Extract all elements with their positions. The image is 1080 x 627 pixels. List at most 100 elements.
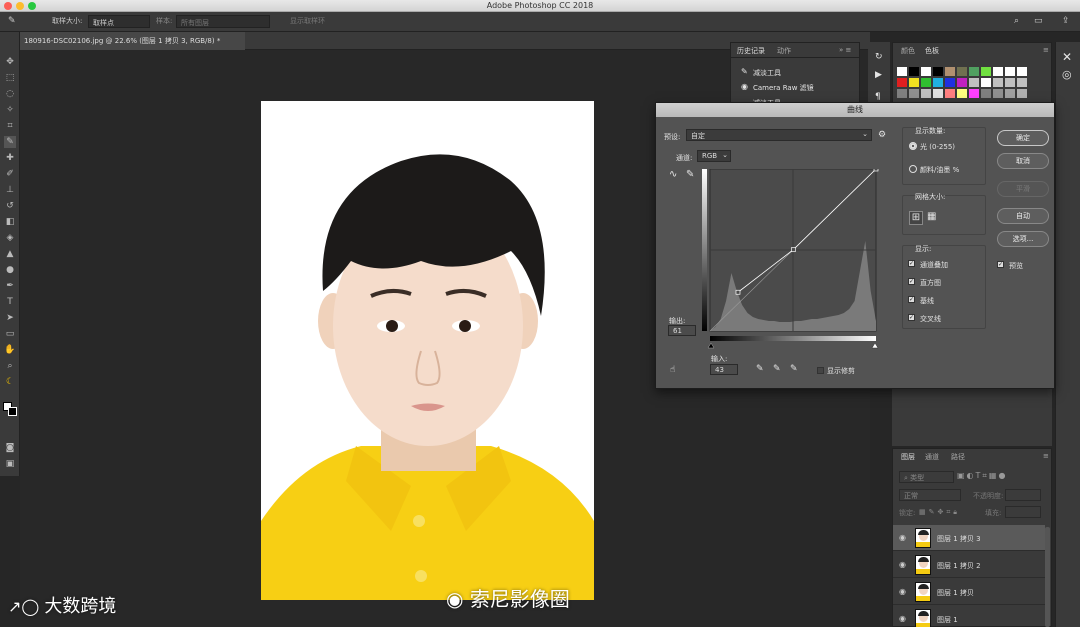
lock-icons[interactable]: ▦✎✥⌗🔒︎ <box>919 508 960 517</box>
visibility-eye-icon[interactable]: ◉ <box>899 587 906 596</box>
search-icon[interactable]: ⌕ <box>1014 16 1019 26</box>
color-swatch[interactable] <box>945 89 955 98</box>
preview-checkbox[interactable]: ✓ <box>997 261 1004 268</box>
rectangle-tool-icon[interactable]: ▭ <box>4 328 16 340</box>
histogram-checkbox[interactable]: ✓ <box>908 278 915 285</box>
document-tab[interactable]: 180916-DSC02106.jpg @ 22.6% (图层 1 拷贝 3, … <box>20 32 245 50</box>
curve-edit-icon[interactable]: ∿ <box>669 169 677 180</box>
marquee-tool-icon[interactable]: ⬚ <box>4 72 16 84</box>
color-swatch[interactable] <box>1017 78 1027 87</box>
color-swatch[interactable] <box>921 89 931 98</box>
color-swatch[interactable] <box>897 67 907 76</box>
layer-row[interactable]: ◉ 图层 1 <box>893 606 1045 627</box>
hand-tool-icon[interactable]: ✋ <box>4 344 16 356</box>
panel-menu-icon[interactable]: ≡ <box>1043 46 1049 54</box>
stamp-tool-icon[interactable]: ⊥ <box>4 184 16 196</box>
pigment-radio[interactable] <box>909 165 917 173</box>
fill-input[interactable] <box>1005 506 1041 518</box>
color-swatch[interactable] <box>1005 78 1015 87</box>
color-swatch[interactable] <box>981 78 991 87</box>
layer-row[interactable]: ◉ 图层 1 拷贝 2 <box>893 552 1045 578</box>
banana-icon[interactable]: ☾ <box>4 376 16 388</box>
eyedropper-tool-icon[interactable]: ✎ <box>4 136 16 148</box>
layer-row[interactable]: ◉ 图层 1 拷贝 3 <box>893 525 1045 551</box>
healing-tool-icon[interactable]: ✚ <box>4 152 16 164</box>
color-swatch[interactable] <box>1017 89 1027 98</box>
workspace-icon[interactable]: ▭ <box>1034 16 1043 26</box>
color-swatch[interactable] <box>945 67 955 76</box>
black-point-slider[interactable] <box>707 342 715 349</box>
color-swatch[interactable] <box>993 89 1003 98</box>
pencil-draw-icon[interactable]: ✎ <box>686 169 694 180</box>
tab-layers[interactable]: 图层 <box>901 452 915 462</box>
color-swatch[interactable] <box>897 78 907 87</box>
color-swatch[interactable] <box>921 67 931 76</box>
history-brush-icon[interactable]: ↺ <box>4 200 16 212</box>
opacity-input[interactable] <box>1005 489 1041 501</box>
history-item[interactable]: 减淡工具 <box>753 68 781 78</box>
color-swatch[interactable] <box>945 78 955 87</box>
channel-select[interactable]: RGB ⌄ <box>697 150 731 162</box>
curve-point[interactable] <box>735 289 741 295</box>
simple-grid-icon[interactable]: ⊞ <box>909 211 923 225</box>
black-eyedropper-icon[interactable]: ✎ <box>756 364 764 374</box>
curve-graph[interactable] <box>702 169 880 349</box>
preset-select[interactable]: 自定 ⌄ <box>686 129 872 141</box>
dodge-tool-icon[interactable]: ● <box>4 264 16 276</box>
crop-tool-icon[interactable]: ⌗ <box>4 120 16 132</box>
history-panel-icon[interactable]: ↻ <box>875 52 883 62</box>
target-adjust-hand-icon[interactable]: ☝ <box>670 365 675 375</box>
channel-overlay-checkbox[interactable]: ✓ <box>908 260 915 267</box>
3d-icon[interactable]: ◎ <box>1062 68 1072 81</box>
color-swatch[interactable] <box>981 89 991 98</box>
cancel-button[interactable]: 取消 <box>997 153 1049 169</box>
tab-swatches[interactable]: 色板 <box>925 46 939 56</box>
quick-select-icon[interactable]: ✧ <box>4 104 16 116</box>
history-item[interactable]: Camera Raw 滤镜 <box>753 83 814 93</box>
smooth-button[interactable]: 平滑 <box>997 181 1049 197</box>
blend-mode-select[interactable]: 正常 <box>899 489 961 501</box>
color-swatch[interactable] <box>1005 89 1015 98</box>
color-swatch[interactable] <box>993 67 1003 76</box>
show-clipping-checkbox[interactable] <box>817 367 824 374</box>
color-swatch[interactable] <box>897 89 907 98</box>
baseline-checkbox[interactable]: ✓ <box>908 296 915 303</box>
output-field[interactable]: 61 <box>668 325 696 336</box>
color-swatch[interactable] <box>969 89 979 98</box>
curve-point[interactable] <box>790 247 796 253</box>
zoom-tool-icon[interactable]: ⌕ <box>4 360 16 372</box>
sample-select[interactable]: 所有图层 <box>176 15 270 28</box>
input-field[interactable]: 43 <box>710 364 738 375</box>
white-eyedropper-icon[interactable]: ✎ <box>790 364 798 374</box>
color-swatch[interactable] <box>981 67 991 76</box>
brush-tool-icon[interactable]: ✐ <box>4 168 16 180</box>
color-swatch[interactable] <box>909 78 919 87</box>
light-radio[interactable] <box>909 142 917 150</box>
move-tool-icon[interactable]: ✥ <box>4 56 16 68</box>
options-button[interactable]: 选项... <box>997 231 1049 247</box>
tab-channels[interactable]: 通道 <box>925 452 939 462</box>
color-swatch[interactable] <box>957 89 967 98</box>
layer-row[interactable]: ◉ 图层 1 拷贝 <box>893 579 1045 605</box>
color-swatch[interactable] <box>1005 67 1015 76</box>
screen-mode-icon[interactable]: ▣ <box>4 458 16 470</box>
color-swatch[interactable] <box>993 78 1003 87</box>
layers-scrollbar[interactable] <box>1045 527 1050 627</box>
color-swatch[interactable] <box>909 89 919 98</box>
color-swatch[interactable] <box>933 78 943 87</box>
visibility-eye-icon[interactable]: ◉ <box>899 614 906 623</box>
panel-menu-icon[interactable]: » ≡ <box>839 46 851 54</box>
color-swatch[interactable] <box>969 67 979 76</box>
eyedropper-icon[interactable]: ✎ <box>8 16 16 26</box>
show-ring-checkbox[interactable]: 显示取样环 <box>290 16 325 26</box>
ok-button[interactable]: 确定 <box>997 130 1049 146</box>
blur-tool-icon[interactable]: ▲ <box>4 248 16 260</box>
layer-filter-icons[interactable]: ▣◐T⌗▦● <box>957 471 1007 481</box>
color-swatch[interactable] <box>921 78 931 87</box>
color-swatch[interactable] <box>909 67 919 76</box>
type-tool-icon[interactable]: T <box>4 296 16 308</box>
quick-mask-icon[interactable]: ◙ <box>4 442 16 454</box>
color-swatch[interactable] <box>969 78 979 87</box>
sample-size-select[interactable]: 取样点 <box>88 15 150 28</box>
actions-panel-icon[interactable]: ▶ <box>875 70 882 80</box>
